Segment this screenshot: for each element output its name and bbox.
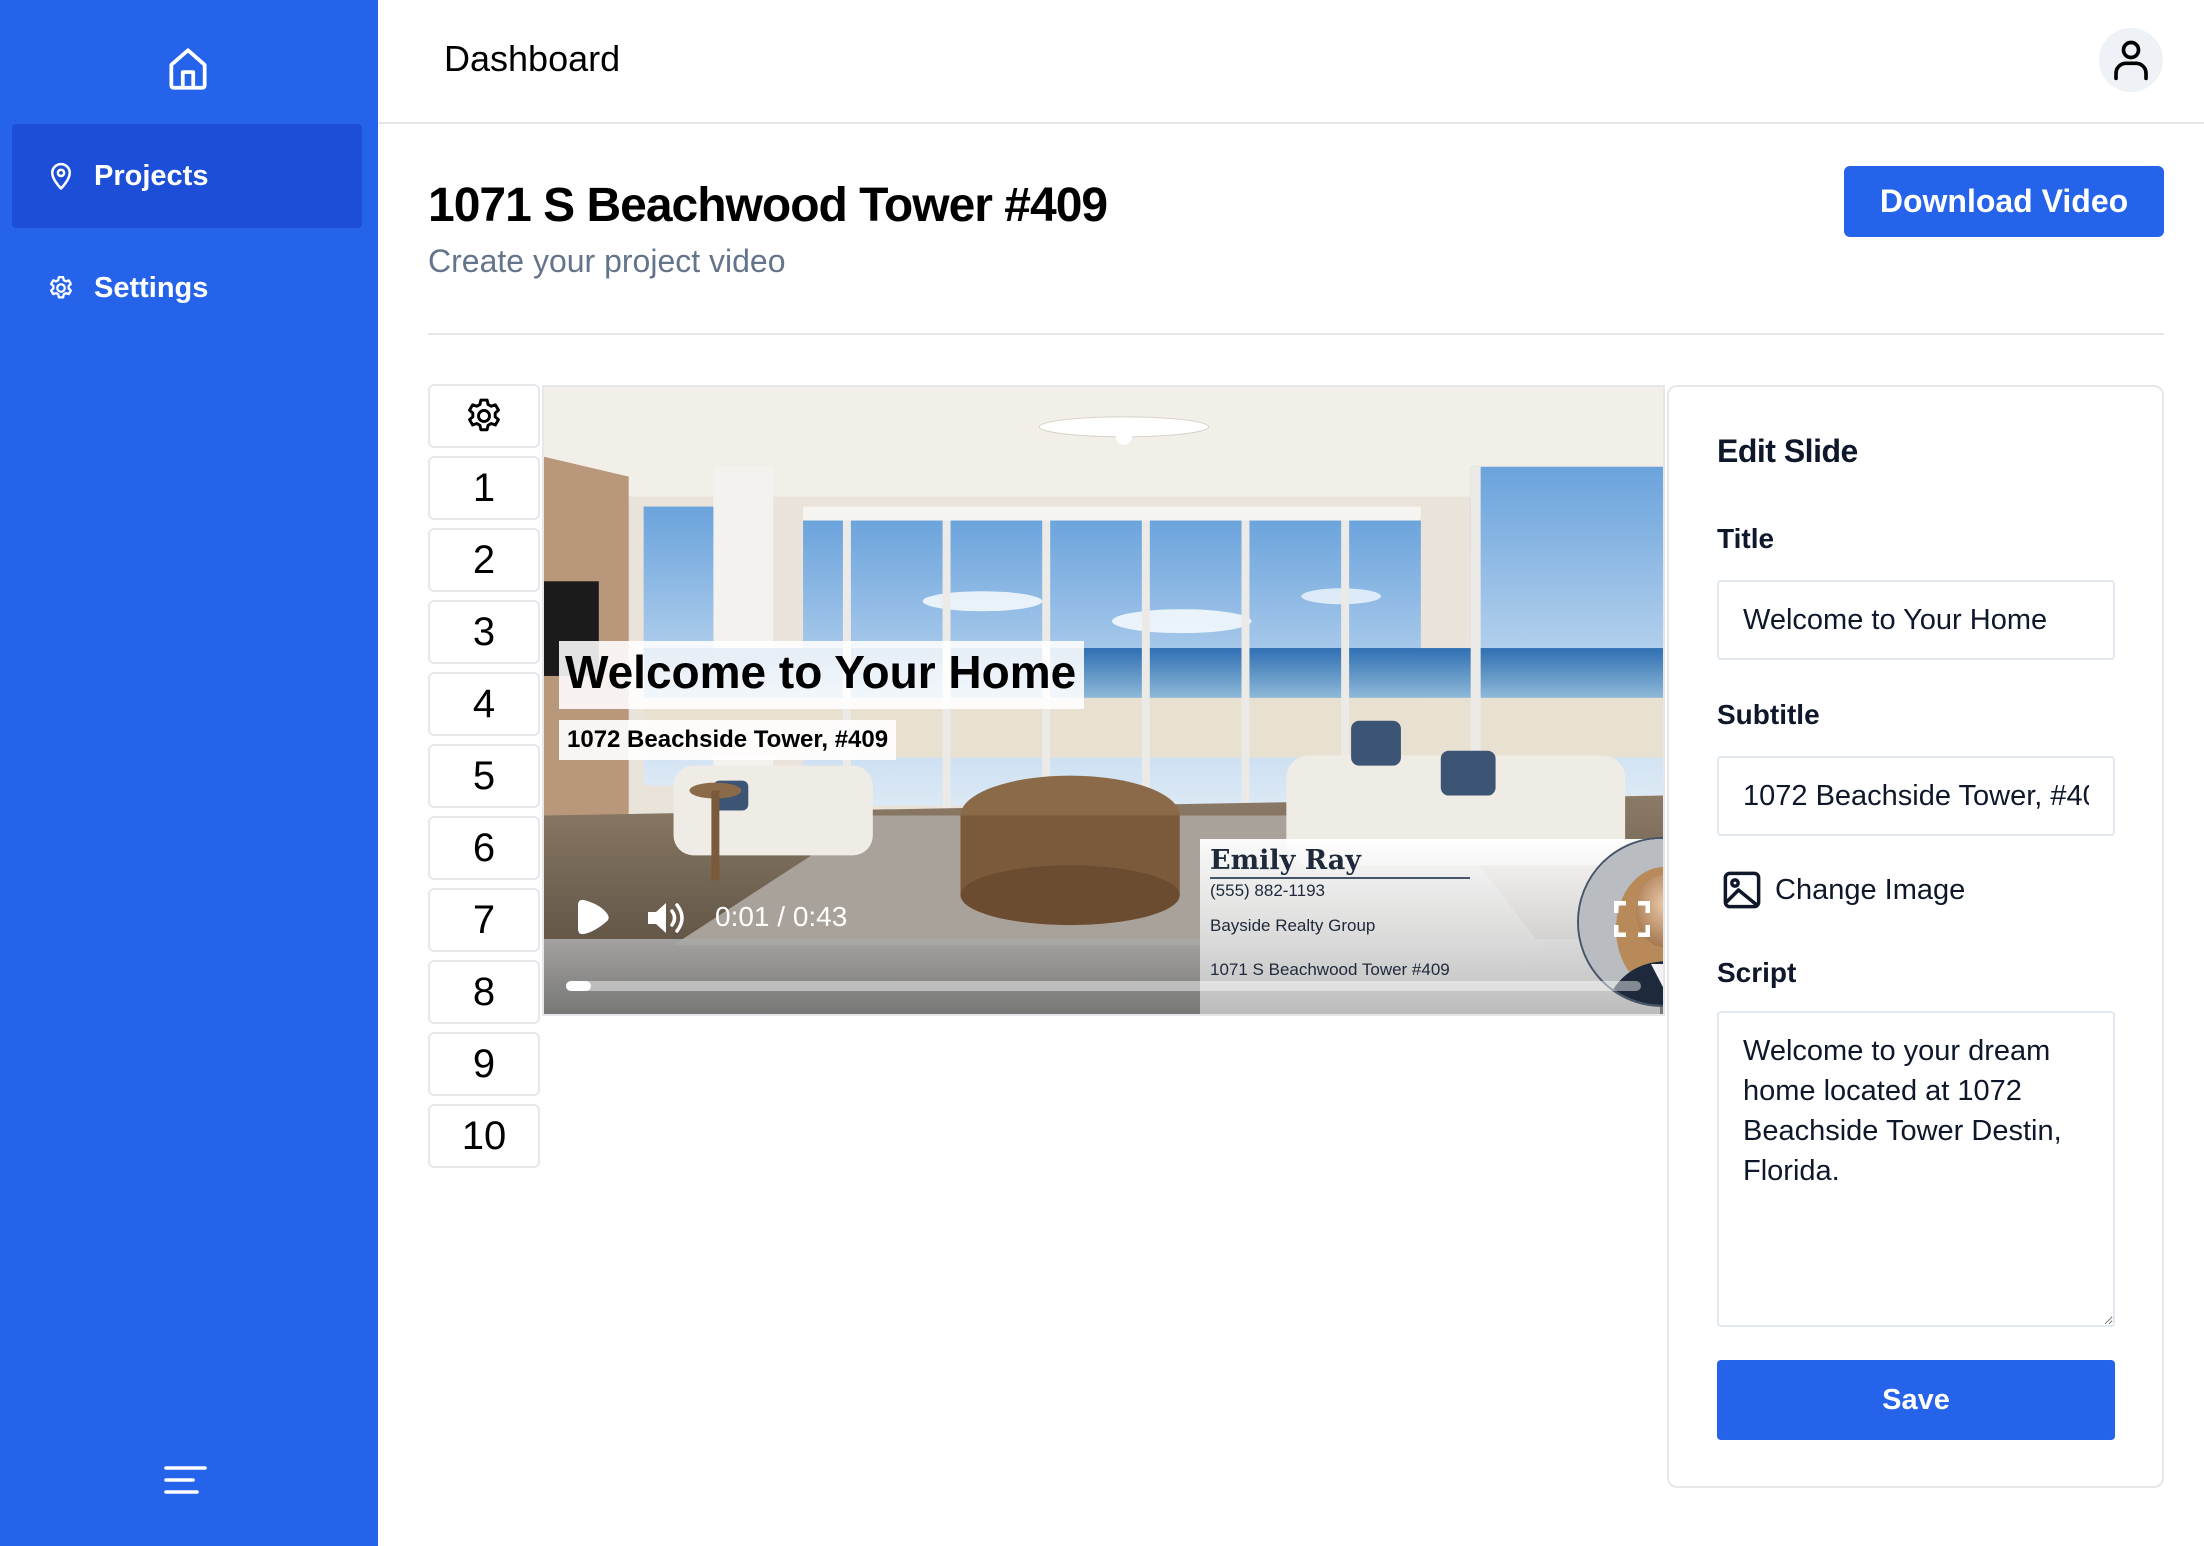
title-input[interactable] — [1717, 580, 2115, 660]
gear-icon — [468, 398, 500, 432]
sidebar-item-label: Projects — [94, 159, 209, 192]
top-bar: Dashboard — [378, 0, 2204, 124]
slide-button[interactable]: 7 — [428, 888, 540, 952]
change-image-button[interactable]: Change Image — [1721, 869, 1965, 911]
title-label: Title — [1717, 523, 1775, 554]
script-label: Script — [1717, 957, 1797, 988]
sidebar: Projects Settings — [0, 0, 378, 1546]
agent-company: Bayside Realty Group — [1210, 916, 1376, 935]
video-player[interactable]: Welcome to Your Home 1072 Beachside Towe… — [542, 385, 1665, 1016]
change-image-label: Change Image — [1775, 873, 1966, 906]
breadcrumb[interactable]: Dashboard — [444, 38, 620, 80]
volume-icon[interactable] — [646, 899, 690, 937]
slide-button[interactable]: 8 — [428, 960, 540, 1024]
user-avatar-button[interactable] — [2099, 28, 2163, 92]
slide-button[interactable]: 9 — [428, 1032, 540, 1096]
script-textarea[interactable]: Welcome to your dream home located at 10… — [1717, 1011, 2115, 1327]
video-time: 0:01 / 0:43 — [715, 901, 848, 932]
save-button[interactable]: Save — [1717, 1360, 2115, 1440]
slide-button[interactable]: 10 — [428, 1104, 540, 1168]
menu-icon[interactable] — [164, 1464, 208, 1496]
agent-phone: (555) 882-1193 — [1210, 881, 1325, 900]
sidebar-item-settings[interactable]: Settings — [12, 236, 362, 340]
sidebar-item-projects[interactable]: Projects — [12, 124, 362, 228]
video-progress-fill — [566, 981, 591, 991]
home-icon[interactable] — [163, 44, 213, 94]
page-title: 1071 S Beachwood Tower #409 — [428, 179, 1108, 232]
slide-button[interactable]: 6 — [428, 816, 540, 880]
download-video-button[interactable]: Download Video — [1844, 166, 2164, 237]
play-icon[interactable] — [572, 897, 612, 937]
divider — [428, 333, 2164, 335]
agent-name: Emily Ray — [1210, 845, 1361, 876]
map-pin-icon — [51, 162, 71, 190]
subtitle-label: Subtitle — [1717, 699, 1820, 730]
gear-icon — [50, 276, 72, 299]
slide-list: 1 2 3 4 5 6 7 8 9 10 — [428, 384, 540, 1176]
slide-settings-button[interactable] — [428, 384, 540, 448]
agent-name-underline — [1210, 877, 1470, 879]
overlay-title: Welcome to Your Home — [559, 641, 1085, 709]
subtitle-input[interactable] — [1717, 756, 2115, 836]
slide-button[interactable]: 5 — [428, 744, 540, 808]
page-subtitle: Create your project video — [428, 243, 786, 279]
edit-slide-heading: Edit Slide — [1717, 433, 1858, 469]
image-icon — [1723, 871, 1761, 909]
slide-button[interactable]: 2 — [428, 528, 540, 592]
slide-button[interactable]: 4 — [428, 672, 540, 736]
slide-button[interactable]: 3 — [428, 600, 540, 664]
fullscreen-icon[interactable] — [1614, 901, 1650, 937]
sidebar-item-label: Settings — [94, 271, 209, 304]
user-icon — [2114, 40, 2148, 81]
edit-slide-panel: Edit Slide Title Subtitle Change Image S… — [1667, 385, 2164, 1488]
slide-button[interactable]: 1 — [428, 456, 540, 520]
overlay-subtitle: 1072 Beachside Tower, #409 — [559, 720, 897, 760]
agent-address: 1071 S Beachwood Tower #409 — [1210, 960, 1450, 979]
video-progress-bar[interactable] — [566, 981, 1641, 991]
